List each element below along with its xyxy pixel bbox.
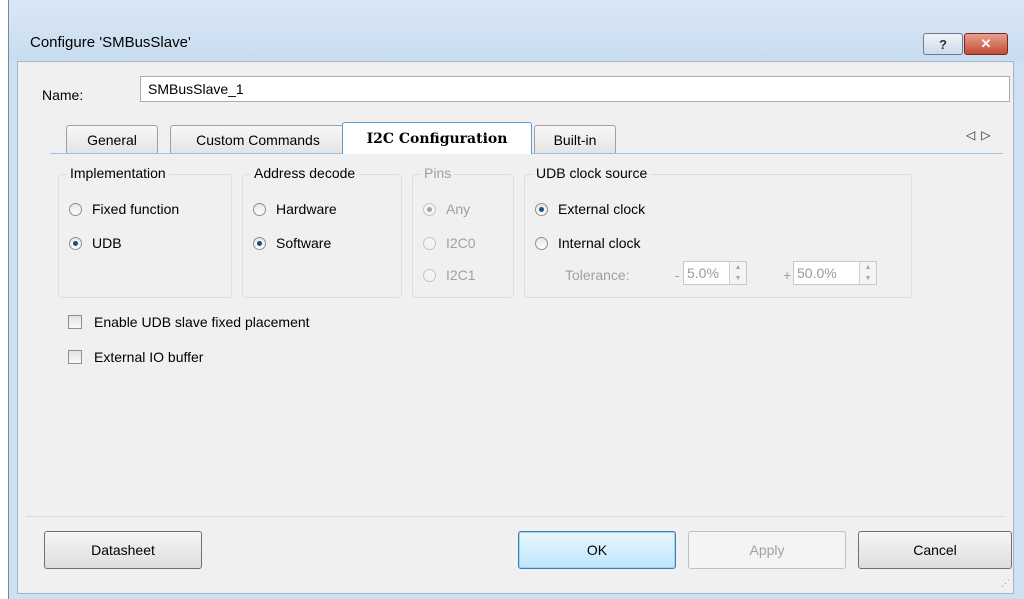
dialog-client-area: Name: SMBusSlave_1 General Custom Comman… <box>17 61 1014 594</box>
tolerance-minus-spinner[interactable]: 5.0% ▲ ▼ <box>683 261 747 285</box>
checkbox-enable-udb-slave-fixed-placement-box[interactable] <box>68 315 82 329</box>
radio-pins-any-button[interactable] <box>423 202 436 216</box>
configure-dialog: Configure 'SMBusSlave' ? ✕ Name: SMBusSl… <box>8 0 1024 599</box>
spin-down-icon[interactable]: ▼ <box>860 273 876 284</box>
radio-pins-i2c1[interactable]: I2C1 <box>423 267 476 283</box>
udb-clock-source-group-title: UDB clock source <box>533 165 651 181</box>
spin-down-icon[interactable]: ▼ <box>730 273 746 284</box>
checkbox-external-io-buffer-label: External IO buffer <box>94 349 204 365</box>
scroll-right-icon[interactable]: ▷ <box>981 128 996 142</box>
implementation-group: Implementation Fixed function UDB <box>58 165 232 298</box>
name-label: Name: <box>42 87 84 103</box>
radio-fixed-function-button[interactable] <box>69 202 82 216</box>
radio-internal-clock-button[interactable] <box>535 236 548 250</box>
checkbox-enable-udb-slave-fixed-placement-label: Enable UDB slave fixed placement <box>94 314 310 330</box>
tolerance-plus-spinner[interactable]: 50.0% ▲ ▼ <box>793 261 877 285</box>
spin-up-icon[interactable]: ▲ <box>730 262 746 273</box>
name-input[interactable]: SMBusSlave_1 <box>140 76 1010 102</box>
tolerance-minus-sign: - <box>675 267 680 283</box>
radio-pins-i2c0-button[interactable] <box>423 236 436 250</box>
title-bar[interactable]: Configure 'SMBusSlave' ? ✕ <box>9 0 1024 60</box>
pins-group-title: Pins <box>421 165 455 181</box>
tolerance-plus-sign: + <box>783 267 792 283</box>
apply-button[interactable]: Apply <box>688 531 846 569</box>
radio-external-clock-button[interactable] <box>535 202 548 216</box>
radio-software-label: Software <box>276 235 332 251</box>
radio-pins-any-label: Any <box>446 201 471 217</box>
implementation-group-title: Implementation <box>67 165 169 181</box>
tab-general[interactable]: General <box>66 125 158 153</box>
radio-fixed-function-label: Fixed function <box>92 201 180 217</box>
resize-grip-icon[interactable]: ⋰ <box>1001 579 1011 591</box>
help-icon: ? <box>939 36 947 52</box>
close-button[interactable]: ✕ <box>964 33 1008 55</box>
radio-udb-label: UDB <box>92 235 122 251</box>
radio-internal-clock[interactable]: Internal clock <box>535 235 640 251</box>
tab-i2c-configuration[interactable]: I2C Configuration <box>342 122 532 154</box>
radio-external-clock[interactable]: External clock <box>535 201 645 217</box>
radio-pins-i2c0-label: I2C0 <box>446 235 476 251</box>
tab-built-in[interactable]: Built-in <box>534 125 616 153</box>
address-decode-group-title: Address decode <box>251 165 359 181</box>
radio-fixed-function[interactable]: Fixed function <box>69 201 179 217</box>
radio-hardware-button[interactable] <box>253 202 266 216</box>
radio-hardware[interactable]: Hardware <box>253 201 337 217</box>
help-button[interactable]: ? <box>923 33 963 55</box>
tolerance-minus-stepper[interactable]: ▲ ▼ <box>729 262 746 284</box>
tab-built-in-label: Built-in <box>553 131 597 148</box>
udb-clock-source-group: UDB clock source External clock Internal… <box>524 165 912 298</box>
checkbox-external-io-buffer-box[interactable] <box>68 350 82 364</box>
tab-general-label: General <box>87 131 137 148</box>
radio-hardware-label: Hardware <box>276 201 337 217</box>
scroll-left-icon[interactable]: ◁ <box>966 128 981 142</box>
tab-i2c-configuration-label: I2C Configuration <box>366 130 508 147</box>
button-separator <box>26 516 1005 517</box>
tab-scroll-arrows: ◁▷ <box>966 128 996 142</box>
pins-group: Pins Any I2C0 I2C1 <box>412 165 514 298</box>
tolerance-plus-stepper[interactable]: ▲ ▼ <box>859 262 876 284</box>
datasheet-button[interactable]: Datasheet <box>44 531 202 569</box>
address-decode-group: Address decode Hardware Software <box>242 165 402 298</box>
radio-pins-any[interactable]: Any <box>423 201 470 217</box>
tolerance-minus-value: 5.0% <box>687 265 719 281</box>
close-icon: ✕ <box>980 36 992 51</box>
tolerance-plus-value: 50.0% <box>797 265 837 281</box>
tolerance-label: Tolerance: <box>565 267 630 283</box>
tab-custom-commands[interactable]: Custom Commands <box>170 125 346 153</box>
ok-button[interactable]: OK <box>518 531 676 569</box>
checkbox-enable-udb-slave-fixed-placement[interactable]: Enable UDB slave fixed placement <box>68 314 310 330</box>
tab-custom-commands-label: Custom Commands <box>196 131 320 148</box>
spin-up-icon[interactable]: ▲ <box>860 262 876 273</box>
radio-pins-i2c1-label: I2C1 <box>446 267 476 283</box>
radio-udb[interactable]: UDB <box>69 235 122 251</box>
radio-pins-i2c1-button[interactable] <box>423 268 436 282</box>
radio-external-clock-label: External clock <box>558 201 646 217</box>
radio-software[interactable]: Software <box>253 235 331 251</box>
cancel-button[interactable]: Cancel <box>858 531 1012 569</box>
radio-internal-clock-label: Internal clock <box>558 235 641 251</box>
radio-software-button[interactable] <box>253 236 266 250</box>
radio-pins-i2c0[interactable]: I2C0 <box>423 235 476 251</box>
checkbox-external-io-buffer[interactable]: External IO buffer <box>68 349 203 365</box>
radio-udb-button[interactable] <box>69 236 82 250</box>
window-title: Configure 'SMBusSlave' <box>30 34 191 51</box>
